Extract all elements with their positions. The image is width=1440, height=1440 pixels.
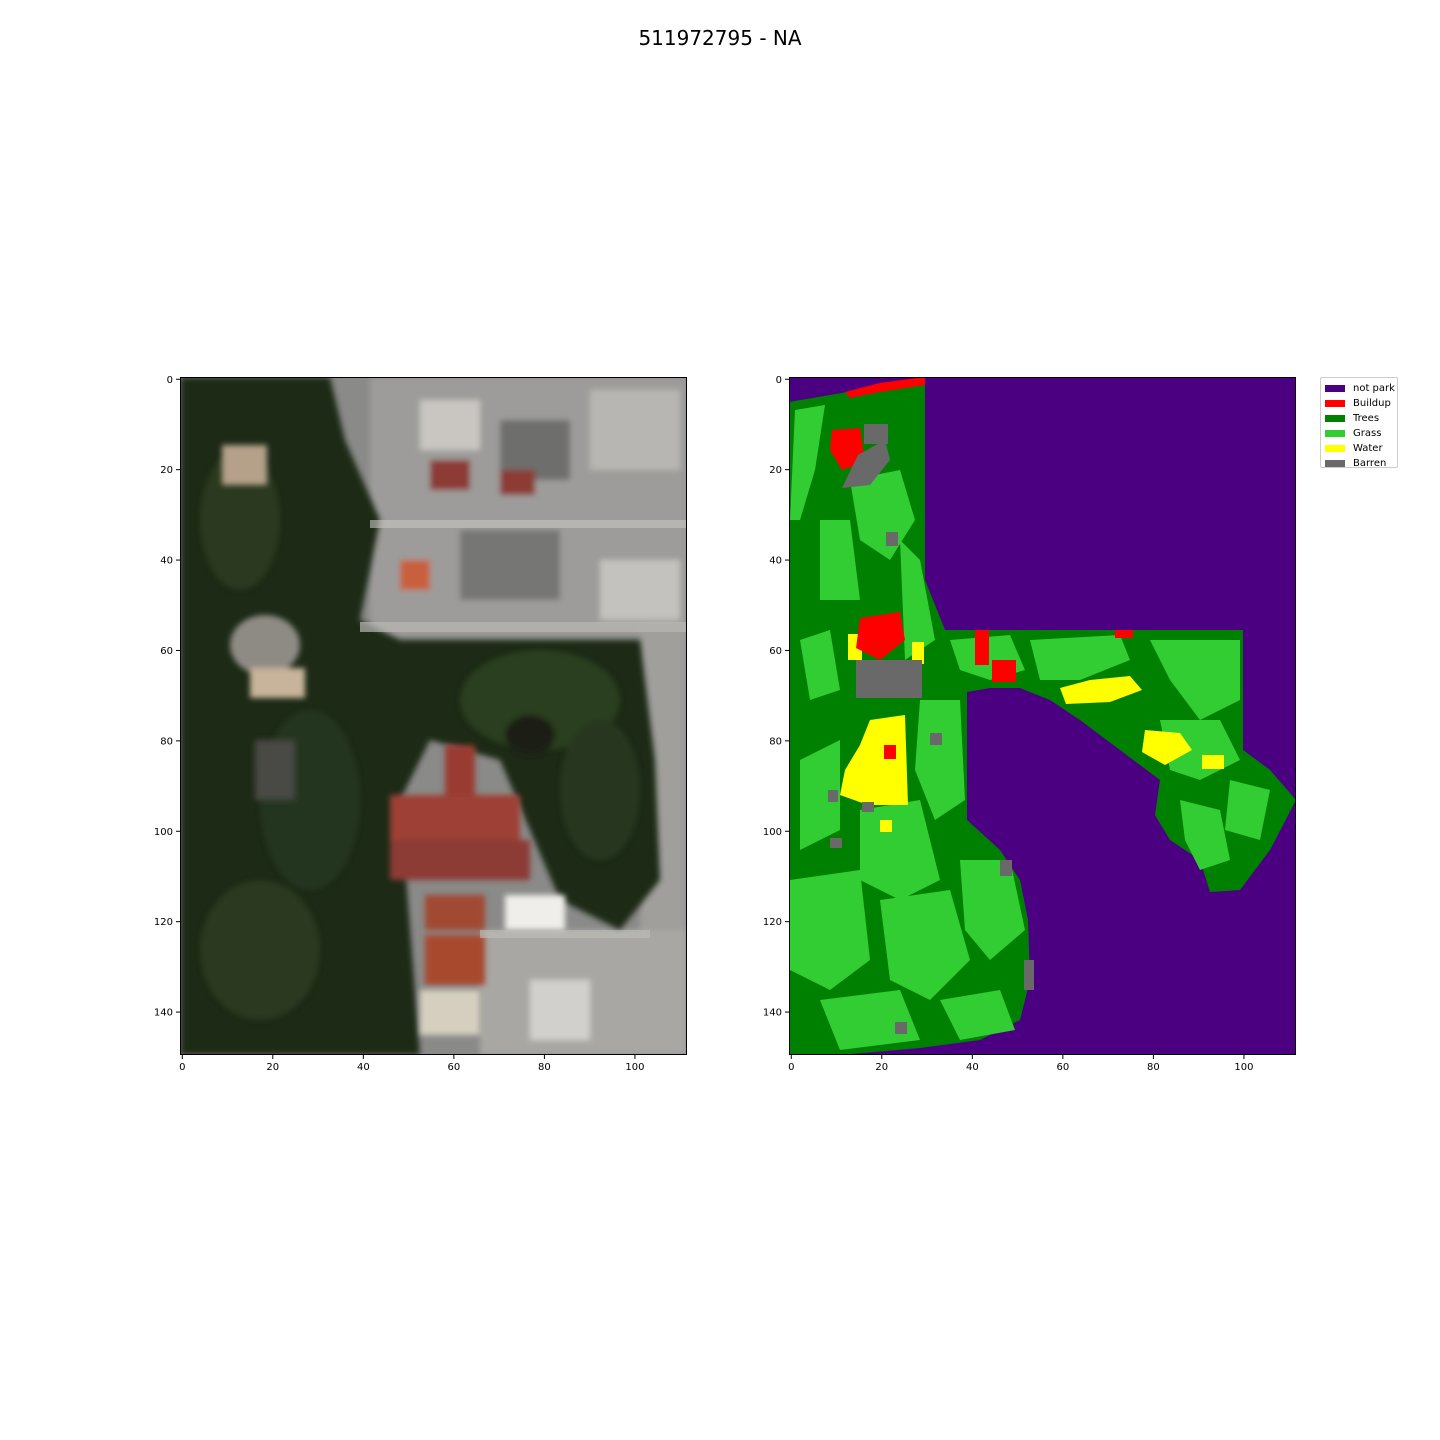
- legend-label: Buildup: [1353, 397, 1391, 409]
- y-tick-label: 0: [776, 375, 782, 386]
- y-tick-label: 80: [769, 736, 782, 747]
- x-tick-label: 40: [966, 1062, 979, 1073]
- y-tick-label: 100: [763, 827, 782, 838]
- legend-item-not-park: not park: [1325, 381, 1397, 396]
- classification-map-panel: 0 20 40 60 80 100 0 20 40 60 80 100 120 140: [763, 375, 1296, 1073]
- legend-item-barren: Barren: [1325, 456, 1397, 471]
- legend-swatch: [1325, 400, 1345, 407]
- legend-label: Water: [1353, 442, 1383, 454]
- legend-swatch: [1325, 430, 1345, 437]
- legend-item-water: Water: [1325, 441, 1397, 456]
- legend-label: Trees: [1353, 412, 1380, 424]
- y-tick-label: 40: [769, 556, 782, 567]
- y-tick-label: 60: [769, 646, 782, 657]
- legend-item-trees: Trees: [1325, 411, 1397, 426]
- legend-item-buildup: Buildup: [1325, 396, 1397, 411]
- legend-swatch: [1325, 415, 1345, 422]
- x-tick-label: 60: [1057, 1062, 1070, 1073]
- classification-map: [789, 377, 1296, 1055]
- legend-swatch: [1325, 460, 1345, 467]
- x-tick-label: 20: [875, 1062, 888, 1073]
- legend: not park Buildup Trees Grass Water Barre…: [1320, 377, 1398, 471]
- x-tick-label: 0: [788, 1062, 794, 1073]
- legend-label: not park: [1353, 382, 1395, 394]
- y-tick-label: 140: [763, 1008, 782, 1019]
- legend-swatch: [1325, 385, 1345, 392]
- x-tick-label: 100: [1234, 1062, 1253, 1073]
- legend-label: Grass: [1353, 427, 1382, 439]
- legend-item-grass: Grass: [1325, 426, 1397, 441]
- x-tick-label: 80: [1147, 1062, 1160, 1073]
- y-tick-label: 20: [769, 465, 782, 476]
- legend-swatch: [1325, 445, 1345, 452]
- y-tick-label: 120: [763, 917, 782, 928]
- legend-label: Barren: [1353, 457, 1387, 469]
